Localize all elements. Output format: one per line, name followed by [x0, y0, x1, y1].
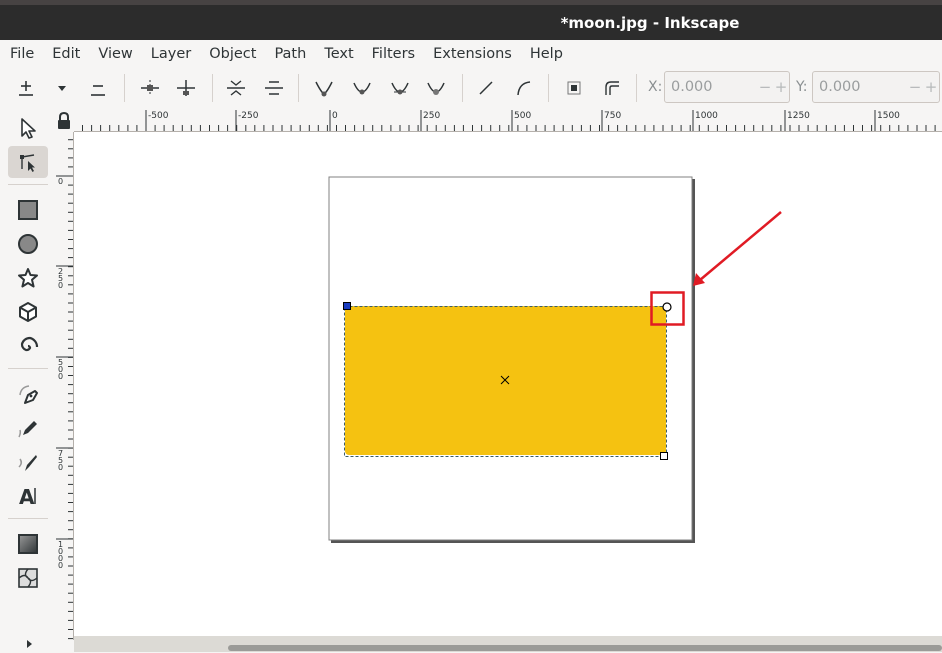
menu-bar: File Edit View Layer Object Path Text Fi…	[0, 40, 942, 68]
v-ruler-label: 250	[58, 267, 63, 290]
segment-curve-icon[interactable]	[510, 76, 538, 100]
drawing-canvas[interactable]	[74, 132, 942, 636]
menu-view[interactable]: View	[88, 40, 140, 68]
menu-filters[interactable]: Filters	[362, 40, 423, 68]
lock-guides-icon[interactable]	[56, 111, 72, 130]
menu-edit[interactable]: Edit	[42, 40, 88, 68]
h-ruler-label: 0	[332, 111, 338, 121]
delete-segment-icon[interactable]	[260, 76, 288, 100]
symmetric-node-icon[interactable]	[386, 76, 414, 100]
menu-file[interactable]: File	[0, 40, 42, 68]
corner-radius-handle[interactable]	[662, 302, 672, 312]
rectangle-tool-icon[interactable]	[8, 194, 48, 226]
smooth-node-icon[interactable]	[348, 76, 376, 100]
cusp-node-icon[interactable]	[310, 76, 338, 100]
insert-node-icon[interactable]	[12, 76, 40, 100]
menu-text[interactable]: Text	[314, 40, 361, 68]
h-ruler-label: 1500	[877, 111, 900, 121]
segment-line-icon[interactable]	[472, 76, 500, 100]
horizontal-ruler[interactable]: -500 -250 0 250 500 750 1000 1250 1500	[74, 108, 942, 132]
x-increment-button[interactable]: +	[773, 78, 789, 96]
selector-tool-icon[interactable]	[8, 112, 48, 144]
v-ruler-label: 750	[58, 449, 63, 472]
y-coordinate-field[interactable]: 0.000 − +	[812, 71, 940, 103]
y-increment-button[interactable]: +	[923, 78, 939, 96]
h-ruler-label: 1250	[787, 111, 810, 121]
y-value: 0.000	[819, 79, 861, 95]
auto-smooth-node-icon[interactable]	[422, 76, 450, 100]
h-ruler-label: -500	[148, 111, 169, 121]
y-label: Y:	[796, 79, 808, 95]
h-ruler-label: 750	[604, 111, 621, 121]
join-nodes-icon[interactable]	[136, 76, 164, 100]
object-to-path-icon[interactable]	[560, 76, 588, 100]
x-value: 0.000	[671, 79, 713, 95]
pencil-tool-icon[interactable]	[8, 412, 48, 444]
x-decrement-button[interactable]: −	[757, 78, 773, 96]
x-label: X:	[648, 79, 663, 95]
3d-box-tool-icon[interactable]	[8, 296, 48, 328]
break-path-icon[interactable]	[172, 76, 200, 100]
v-ruler-label: 500	[58, 358, 63, 381]
v-ruler-label: 0	[58, 177, 63, 186]
stroke-to-path-icon[interactable]	[598, 76, 626, 100]
delete-node-icon[interactable]	[84, 76, 112, 100]
horizontal-scrollbar-thumb[interactable]	[228, 645, 942, 651]
rect-scale-handle[interactable]	[660, 452, 668, 460]
circle-tool-icon[interactable]	[8, 228, 48, 260]
menu-path[interactable]: Path	[264, 40, 314, 68]
mesh-tool-icon[interactable]	[8, 562, 48, 594]
pen-tool-icon[interactable]	[8, 378, 48, 410]
x-coordinate-field[interactable]: 0.000 − +	[664, 71, 790, 103]
join-endnodes-icon[interactable]	[222, 76, 250, 100]
window-title: *moon.jpg - Inkscape	[560, 14, 740, 32]
menu-help[interactable]: Help	[520, 40, 571, 68]
v-ruler-label: 1000	[58, 540, 63, 570]
spiral-tool-icon[interactable]	[8, 330, 48, 362]
node-tool-icon[interactable]	[8, 146, 48, 178]
h-ruler-label: 250	[423, 111, 440, 121]
annotation-arrow-line	[699, 211, 782, 281]
svg-text:A: A	[19, 485, 35, 507]
menu-extensions[interactable]: Extensions	[423, 40, 520, 68]
menu-object[interactable]: Object	[199, 40, 264, 68]
rect-size-handle[interactable]	[343, 302, 351, 310]
insert-dropdown-icon[interactable]	[48, 76, 76, 100]
gradient-tool-icon[interactable]	[8, 528, 48, 560]
toolbox: A	[0, 108, 52, 652]
tool-controls-bar: X: 0.000 − + Y: 0.000 − +	[0, 68, 942, 108]
h-ruler-label: 1000	[695, 111, 718, 121]
star-tool-icon[interactable]	[8, 262, 48, 294]
vertical-ruler[interactable]: 0 250 500 750 1000	[56, 132, 74, 640]
h-ruler-label: -250	[238, 111, 259, 121]
text-tool-icon[interactable]: A	[8, 480, 48, 512]
calligraphy-tool-icon[interactable]	[8, 446, 48, 478]
h-ruler-label: 500	[514, 111, 531, 121]
y-decrement-button[interactable]: −	[907, 78, 923, 96]
toolbox-expand-icon[interactable]	[24, 634, 34, 653]
menu-layer[interactable]: Layer	[141, 40, 199, 68]
